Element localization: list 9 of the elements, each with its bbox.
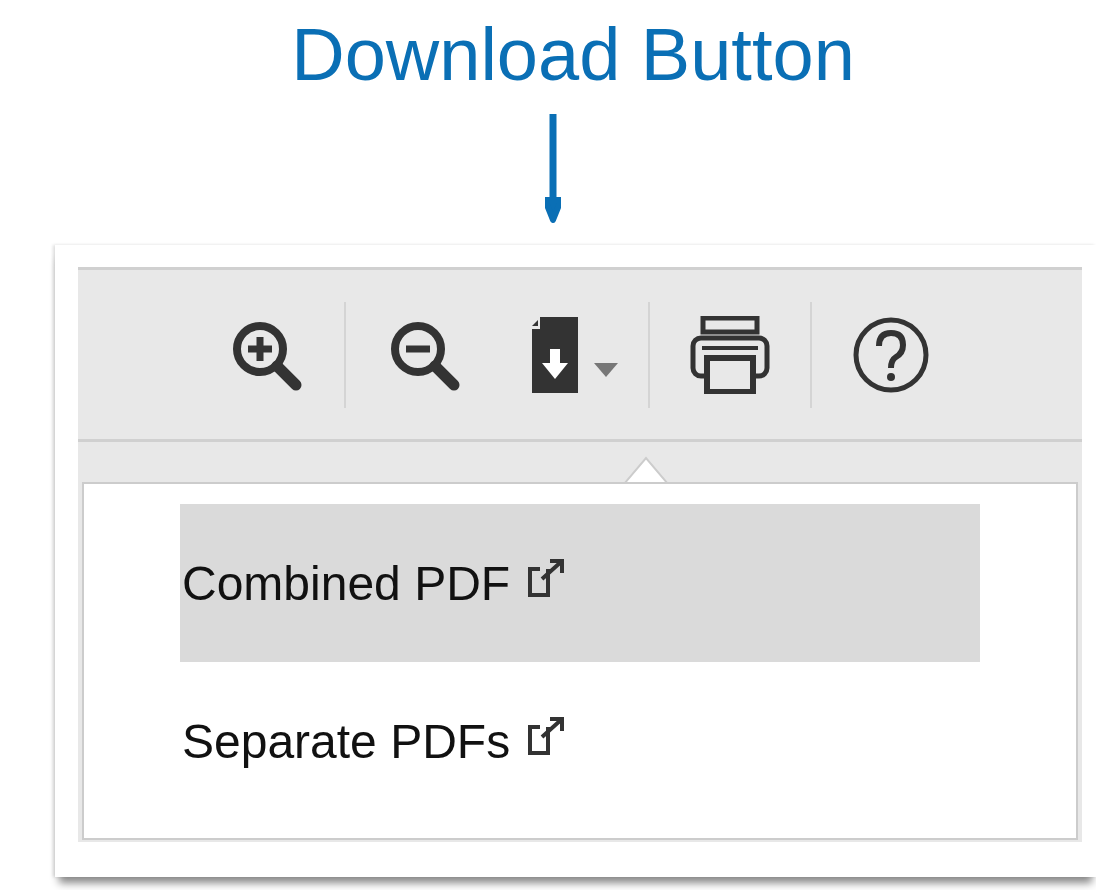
file-download-icon — [532, 316, 578, 393]
menu-item[interactable]: Separate PDFs — [180, 662, 980, 820]
external-link-icon — [528, 715, 565, 755]
printer-icon — [690, 315, 770, 394]
annotation-title: Download Button — [291, 18, 855, 92]
menu-item[interactable]: Combined PDF — [180, 504, 980, 662]
external-link-icon — [528, 557, 565, 597]
help-icon — [852, 315, 930, 394]
caret-icon — [594, 362, 618, 377]
